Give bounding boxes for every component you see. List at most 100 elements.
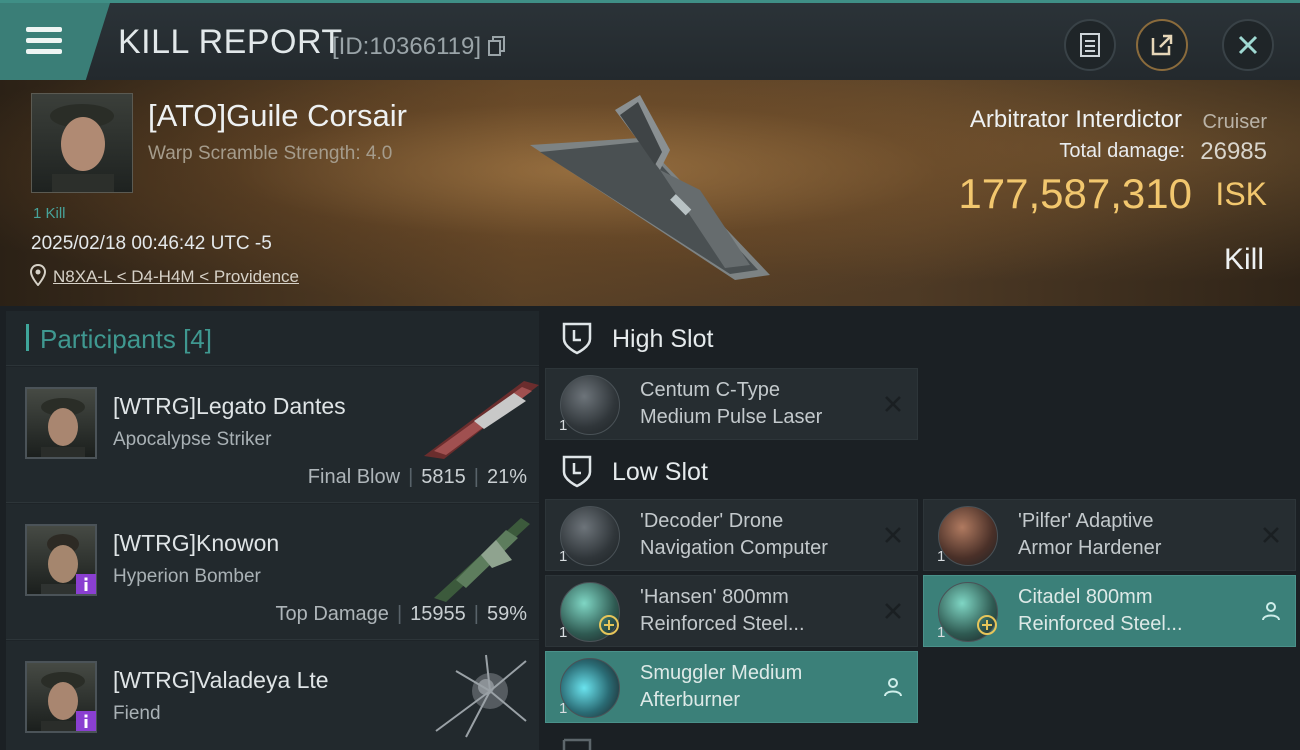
pulse-laser-icon — [560, 375, 620, 435]
participant-damage-label: Final Blow — [307, 466, 401, 488]
module-item[interactable]: 1 'Decoder' Drone Navigation Computer — [545, 499, 918, 571]
participant-row[interactable]: [WTRG]Knowon Hyperion Bomber Top Damage |… — [6, 504, 539, 640]
participant-name[interactable]: [WTRG]Legato Dantes — [113, 393, 346, 420]
victim-avatar[interactable] — [31, 93, 133, 193]
participant-damage-label: Top Damage — [275, 603, 389, 625]
copy-icon[interactable] — [487, 36, 506, 56]
avatar[interactable] — [25, 387, 97, 459]
low-slot-title: Low Slot — [612, 458, 708, 486]
participant-ship: Fiend — [113, 703, 161, 724]
participant-ship-image — [435, 654, 527, 738]
close-button[interactable] — [1222, 19, 1274, 71]
participants-panel: Participants [4] [WTRG]Legato Dantes Apo… — [6, 311, 539, 750]
afterburner-icon — [560, 658, 620, 718]
kill-summary: [ATO]Guile Corsair Warp Scramble Strengt… — [0, 80, 1300, 306]
fitting-panel: High Slot 1 Centum C-Type Medium Pulse L… — [543, 311, 1300, 750]
destroyed-icon — [885, 396, 901, 412]
victim-name[interactable]: [ATO]Guile Corsair — [148, 98, 407, 134]
module-name-line2: Medium Pulse Laser — [640, 406, 823, 428]
victim-ship-image[interactable] — [520, 90, 790, 290]
isk-label: ISK — [1215, 176, 1267, 212]
share-button[interactable] — [1136, 19, 1188, 71]
low-slot-icon — [562, 455, 592, 488]
module-quantity: 1 — [559, 548, 568, 565]
armor-hardener-icon — [938, 506, 998, 566]
module-name-line2: Armor Hardener — [1018, 537, 1162, 559]
participant-damage: 15955 — [410, 603, 466, 625]
participants-header: Participants [4] — [6, 311, 539, 366]
participant-stats: Top Damage | 15955 | 59% — [275, 603, 527, 625]
destroyed-icon — [1263, 527, 1279, 543]
victim-ship-name[interactable]: Arbitrator Interdictor — [970, 106, 1182, 134]
dropped-user-icon — [884, 678, 902, 697]
participant-ship: Apocalypse Striker — [113, 429, 272, 450]
module-quantity: 1 — [559, 417, 568, 434]
location-pin-icon — [30, 264, 46, 286]
high-slot-icon — [562, 322, 592, 355]
warp-scramble-strength: Warp Scramble Strength: 4.0 — [148, 143, 393, 164]
hamburger-icon — [26, 27, 62, 32]
pilot-portrait-icon — [50, 104, 114, 192]
participant-name[interactable]: [WTRG]Knowon — [113, 530, 279, 557]
isk-value: 177,587,310 — [958, 170, 1192, 217]
victim-ship-class: Cruiser — [1202, 111, 1267, 133]
participant-damage-percent: 59% — [486, 603, 527, 625]
participant-ship: Hyperion Bomber — [113, 566, 261, 587]
outcome-label: Kill — [1223, 243, 1264, 276]
module-quantity: 1 — [937, 548, 946, 565]
plus-icon — [977, 615, 997, 635]
info-badge-icon — [76, 711, 96, 731]
participant-row[interactable]: [WTRG]Legato Dantes Apocalypse Striker F… — [6, 367, 539, 503]
location-link[interactable]: N8XA-L < D4-H4M < Providence — [53, 267, 299, 287]
header-accent — [26, 324, 29, 351]
participant-ship-image — [424, 381, 539, 459]
kills-count: 1 Kill — [33, 205, 66, 222]
participants-title: Participants [4] — [40, 324, 212, 354]
report-id: [ID:10366119] — [332, 33, 506, 61]
module-item[interactable]: 1 Centum C-Type Medium Pulse Laser — [545, 368, 918, 440]
plus-icon — [599, 615, 619, 635]
module-name-line2: Navigation Computer — [640, 537, 828, 559]
notes-button[interactable] — [1064, 19, 1116, 71]
destroyed-icon — [885, 527, 901, 543]
participant-ship-image — [434, 518, 530, 602]
module-name-line2: Reinforced Steel... — [640, 613, 805, 635]
notes-icon — [1080, 33, 1100, 57]
module-quantity: 1 — [559, 624, 568, 641]
report-id-text: [ID:10366119] — [332, 33, 482, 60]
total-damage-label: Total damage: — [1059, 140, 1185, 162]
destroyed-icon — [885, 603, 901, 619]
share-icon — [1151, 34, 1173, 56]
module-name-line1: Centum C-Type — [640, 379, 781, 401]
drone-navigation-computer-icon — [560, 506, 620, 566]
participant-damage: 5815 — [421, 466, 466, 488]
module-quantity: 1 — [937, 624, 946, 641]
module-item[interactable]: 1 Citadel 800mm Reinforced Steel... — [923, 575, 1296, 647]
hamburger-icon-bar — [26, 38, 62, 43]
module-item[interactable]: 1 'Hansen' 800mm Reinforced Steel... — [545, 575, 918, 647]
pilot-portrait-icon — [41, 398, 85, 457]
total-damage-value: 26985 — [1200, 138, 1267, 165]
module-name-line1: 'Hansen' 800mm — [640, 586, 789, 608]
module-name-line1: 'Pilfer' Adaptive — [1018, 510, 1154, 532]
module-name-line1: Smuggler Medium — [640, 662, 803, 684]
participant-name[interactable]: [WTRG]Valadeya Lte — [113, 667, 329, 694]
dropped-user-icon — [1262, 602, 1280, 621]
module-item[interactable]: 1 'Pilfer' Adaptive Armor Hardener — [923, 499, 1296, 571]
menu-button[interactable] — [0, 3, 110, 80]
module-item[interactable]: 1 Smuggler Medium Afterburner — [545, 651, 918, 723]
mid-slot-icon — [562, 738, 592, 750]
participant-damage-percent: 21% — [486, 466, 527, 488]
module-name-line2: Reinforced Steel... — [1018, 613, 1183, 635]
module-name-line2: Afterburner — [640, 689, 741, 711]
participant-stats: Final Blow | 5815 | 21% — [307, 466, 527, 488]
participant-row[interactable]: [WTRG]Valadeya Lte Fiend — [6, 641, 539, 750]
module-name-line1: Citadel 800mm — [1018, 586, 1153, 608]
close-icon — [1238, 35, 1258, 55]
hamburger-icon-bar — [26, 49, 62, 54]
module-quantity: 1 — [559, 700, 568, 717]
low-slot-header: Low Slot — [543, 444, 1300, 500]
page-title: KILL REPORT — [118, 23, 343, 61]
high-slot-header: High Slot — [543, 311, 1300, 367]
top-bar: KILL REPORT [ID:10366119] — [0, 0, 1300, 80]
